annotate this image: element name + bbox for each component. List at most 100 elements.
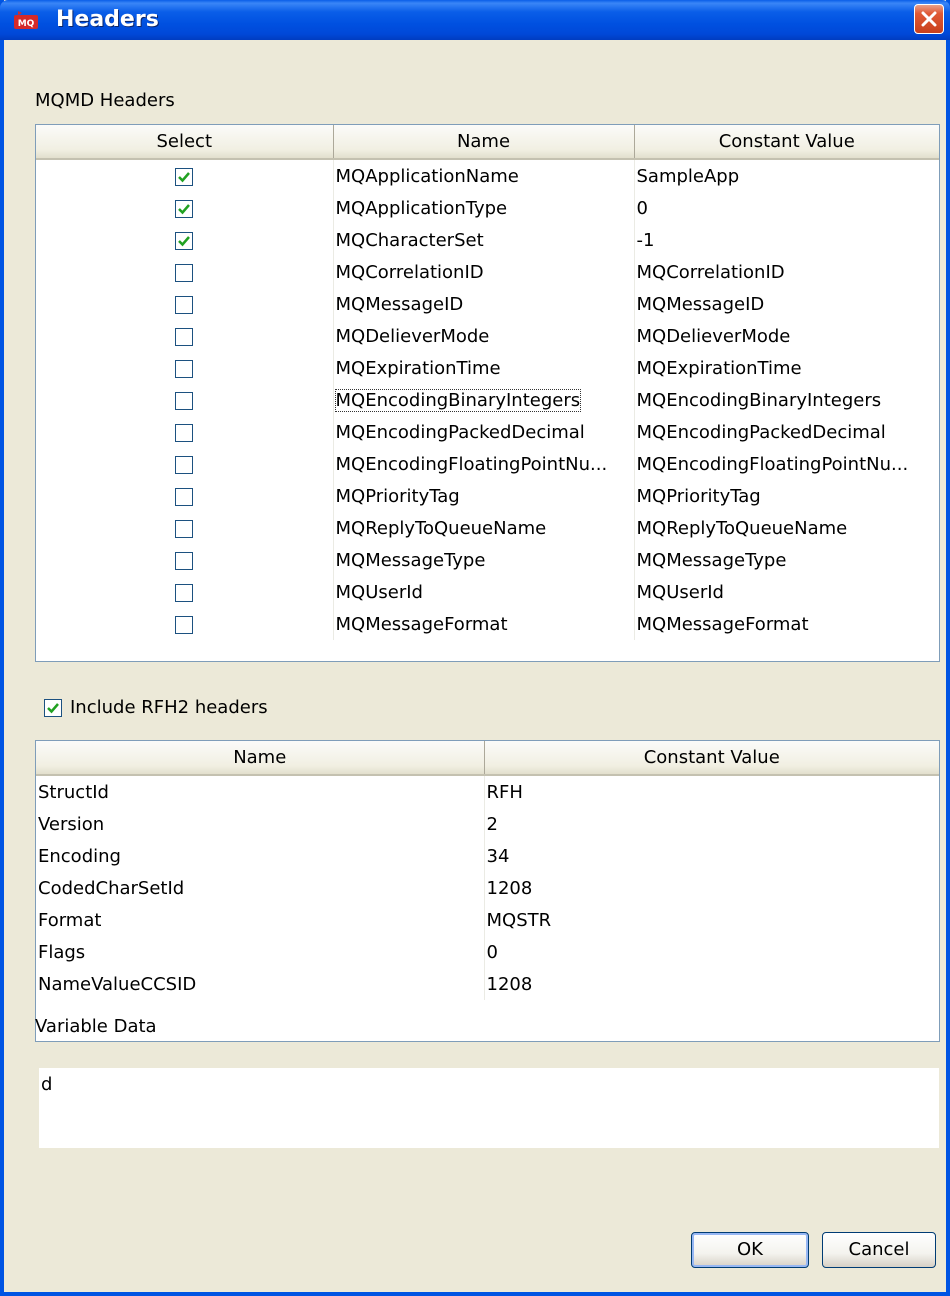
- constant-value-cell[interactable]: MQPriorityTag: [634, 480, 939, 512]
- constant-value-cell[interactable]: MQReplyToQueueName: [634, 512, 939, 544]
- select-cell: [36, 544, 334, 576]
- constant-value-cell[interactable]: MQMessageType: [634, 544, 939, 576]
- col-header-name[interactable]: Name: [333, 125, 635, 160]
- constant-value-cell[interactable]: 0: [484, 936, 939, 968]
- checkbox-unchecked-icon[interactable]: [175, 455, 194, 474]
- header-name-cell[interactable]: Flags: [36, 936, 485, 968]
- checkbox-checked-icon[interactable]: [175, 199, 194, 218]
- table-row[interactable]: MQPriorityTag MQPriorityTag: [36, 480, 939, 512]
- col-header-constant-value[interactable]: Constant Value: [484, 741, 939, 776]
- header-name-cell[interactable]: MQDelieverMode: [333, 320, 635, 352]
- constant-value-cell[interactable]: SampleApp: [634, 159, 939, 192]
- table-row[interactable]: StructId RFH: [36, 775, 939, 808]
- header-name-cell[interactable]: MQMessageID: [333, 288, 635, 320]
- constant-value-cell[interactable]: MQUserId: [634, 576, 939, 608]
- checkbox-icon[interactable]: [44, 698, 62, 717]
- header-name-cell[interactable]: CodedCharSetId: [36, 872, 485, 904]
- header-name-cell[interactable]: NameValueCCSID: [36, 968, 485, 1000]
- header-name-cell[interactable]: Version: [36, 808, 485, 840]
- include-rfh2-checkbox[interactable]: Include RFH2 headers: [44, 697, 268, 718]
- constant-value-cell[interactable]: 34: [484, 840, 939, 872]
- constant-value-cell[interactable]: -1: [634, 224, 939, 256]
- table-row[interactable]: MQEncodingBinaryIntegers MQEncodingBinary…: [36, 384, 939, 416]
- table-row[interactable]: MQEncodingPackedDecimal MQEncodingPackedD…: [36, 416, 939, 448]
- checkbox-unchecked-icon[interactable]: [175, 583, 194, 602]
- checkbox-unchecked-icon[interactable]: [175, 391, 194, 410]
- header-name-cell[interactable]: MQReplyToQueueName: [333, 512, 635, 544]
- checkbox-unchecked-icon[interactable]: [175, 423, 194, 442]
- table-row[interactable]: MQCorrelationID MQCorrelationID: [36, 256, 939, 288]
- table-row[interactable]: MQApplicationType 0: [36, 192, 939, 224]
- constant-value-cell[interactable]: MQEncodingPackedDecimal: [634, 416, 939, 448]
- variable-data-textarea[interactable]: d: [39, 1068, 939, 1148]
- close-button[interactable]: [914, 4, 944, 34]
- checkbox-unchecked-icon[interactable]: [175, 615, 194, 634]
- table-row[interactable]: MQMessageType MQMessageType: [36, 544, 939, 576]
- header-name-cell[interactable]: MQApplicationName: [333, 159, 635, 192]
- constant-value-cell[interactable]: MQCorrelationID: [634, 256, 939, 288]
- table-row[interactable]: MQMessageID MQMessageID: [36, 288, 939, 320]
- table-row[interactable]: NameValueCCSID 1208: [36, 968, 939, 1000]
- constant-value-cell[interactable]: 1208: [484, 872, 939, 904]
- header-name-cell[interactable]: Format: [36, 904, 485, 936]
- table-row[interactable]: MQUserId MQUserId: [36, 576, 939, 608]
- constant-value-cell[interactable]: 0: [634, 192, 939, 224]
- constant-value-cell[interactable]: 1208: [484, 968, 939, 1000]
- checkbox-unchecked-icon[interactable]: [175, 551, 194, 570]
- col-header-constant-value[interactable]: Constant Value: [634, 125, 939, 160]
- checkbox-unchecked-icon[interactable]: [175, 263, 194, 282]
- checkbox-unchecked-icon[interactable]: [175, 519, 194, 538]
- constant-value-text: MQEncodingPackedDecimal: [636, 421, 886, 443]
- checkbox-checked-icon[interactable]: [175, 231, 194, 250]
- table-row[interactable]: Version 2: [36, 808, 939, 840]
- col-header-name[interactable]: Name: [36, 741, 485, 776]
- header-name-cell[interactable]: MQUserId: [333, 576, 635, 608]
- header-name-cell[interactable]: MQEncodingPackedDecimal: [333, 416, 635, 448]
- constant-value-cell[interactable]: MQEncodingFloatingPointNu...: [634, 448, 939, 480]
- constant-value-cell[interactable]: MQExpirationTime: [634, 352, 939, 384]
- checkbox-checked-icon[interactable]: [175, 167, 194, 186]
- header-name-cell[interactable]: MQCharacterSet: [333, 224, 635, 256]
- table-row[interactable]: Encoding 34: [36, 840, 939, 872]
- select-cell: [36, 576, 334, 608]
- table-row[interactable]: MQDelieverMode MQDelieverMode: [36, 320, 939, 352]
- constant-value-cell[interactable]: MQDelieverMode: [634, 320, 939, 352]
- checkbox-unchecked-icon[interactable]: [175, 359, 194, 378]
- header-name-cell[interactable]: Encoding: [36, 840, 485, 872]
- header-name-cell[interactable]: MQEncodingBinaryIntegers: [333, 384, 635, 416]
- header-name-cell[interactable]: MQApplicationType: [333, 192, 635, 224]
- table-row[interactable]: MQEncodingFloatingPointNu... MQEncodingFl…: [36, 448, 939, 480]
- headers-dialog: MQ Headers MQMD Headers Select Name Cons…: [0, 0, 950, 1296]
- checkbox-unchecked-icon[interactable]: [175, 295, 194, 314]
- col-header-select[interactable]: Select: [36, 125, 334, 160]
- table-row[interactable]: MQMessageFormat MQMessageFormat: [36, 608, 939, 640]
- header-name-cell[interactable]: MQMessageType: [333, 544, 635, 576]
- table-row[interactable]: CodedCharSetId 1208: [36, 872, 939, 904]
- header-name-cell[interactable]: MQCorrelationID: [333, 256, 635, 288]
- header-name-cell[interactable]: MQEncodingFloatingPointNu...: [333, 448, 635, 480]
- constant-value-cell[interactable]: MQSTR: [484, 904, 939, 936]
- table-row[interactable]: MQExpirationTime MQExpirationTime: [36, 352, 939, 384]
- table-row[interactable]: MQApplicationName SampleApp: [36, 159, 939, 192]
- table-row[interactable]: MQCharacterSet -1: [36, 224, 939, 256]
- checkbox-unchecked-icon[interactable]: [175, 487, 194, 506]
- constant-value-text: SampleApp: [636, 165, 740, 187]
- constant-value-text: MQEncodingFloatingPointNu...: [636, 453, 909, 475]
- constant-value-cell[interactable]: MQMessageID: [634, 288, 939, 320]
- ok-button[interactable]: OK: [691, 1232, 809, 1268]
- header-name-cell[interactable]: StructId: [36, 775, 485, 808]
- select-cell: [36, 224, 334, 256]
- checkbox-unchecked-icon[interactable]: [175, 327, 194, 346]
- cancel-button[interactable]: Cancel: [822, 1232, 936, 1268]
- constant-value-cell[interactable]: RFH: [484, 775, 939, 808]
- table-row[interactable]: Flags 0: [36, 936, 939, 968]
- header-name-cell[interactable]: MQPriorityTag: [333, 480, 635, 512]
- table-row[interactable]: Format MQSTR: [36, 904, 939, 936]
- header-name-cell[interactable]: MQExpirationTime: [333, 352, 635, 384]
- table-row[interactable]: MQReplyToQueueName MQReplyToQueueName: [36, 512, 939, 544]
- constant-value-cell[interactable]: MQMessageFormat: [634, 608, 939, 640]
- constant-value-cell[interactable]: 2: [484, 808, 939, 840]
- header-name-cell[interactable]: MQMessageFormat: [333, 608, 635, 640]
- title-bar[interactable]: MQ Headers: [0, 0, 950, 40]
- constant-value-cell[interactable]: MQEncodingBinaryIntegers: [634, 384, 939, 416]
